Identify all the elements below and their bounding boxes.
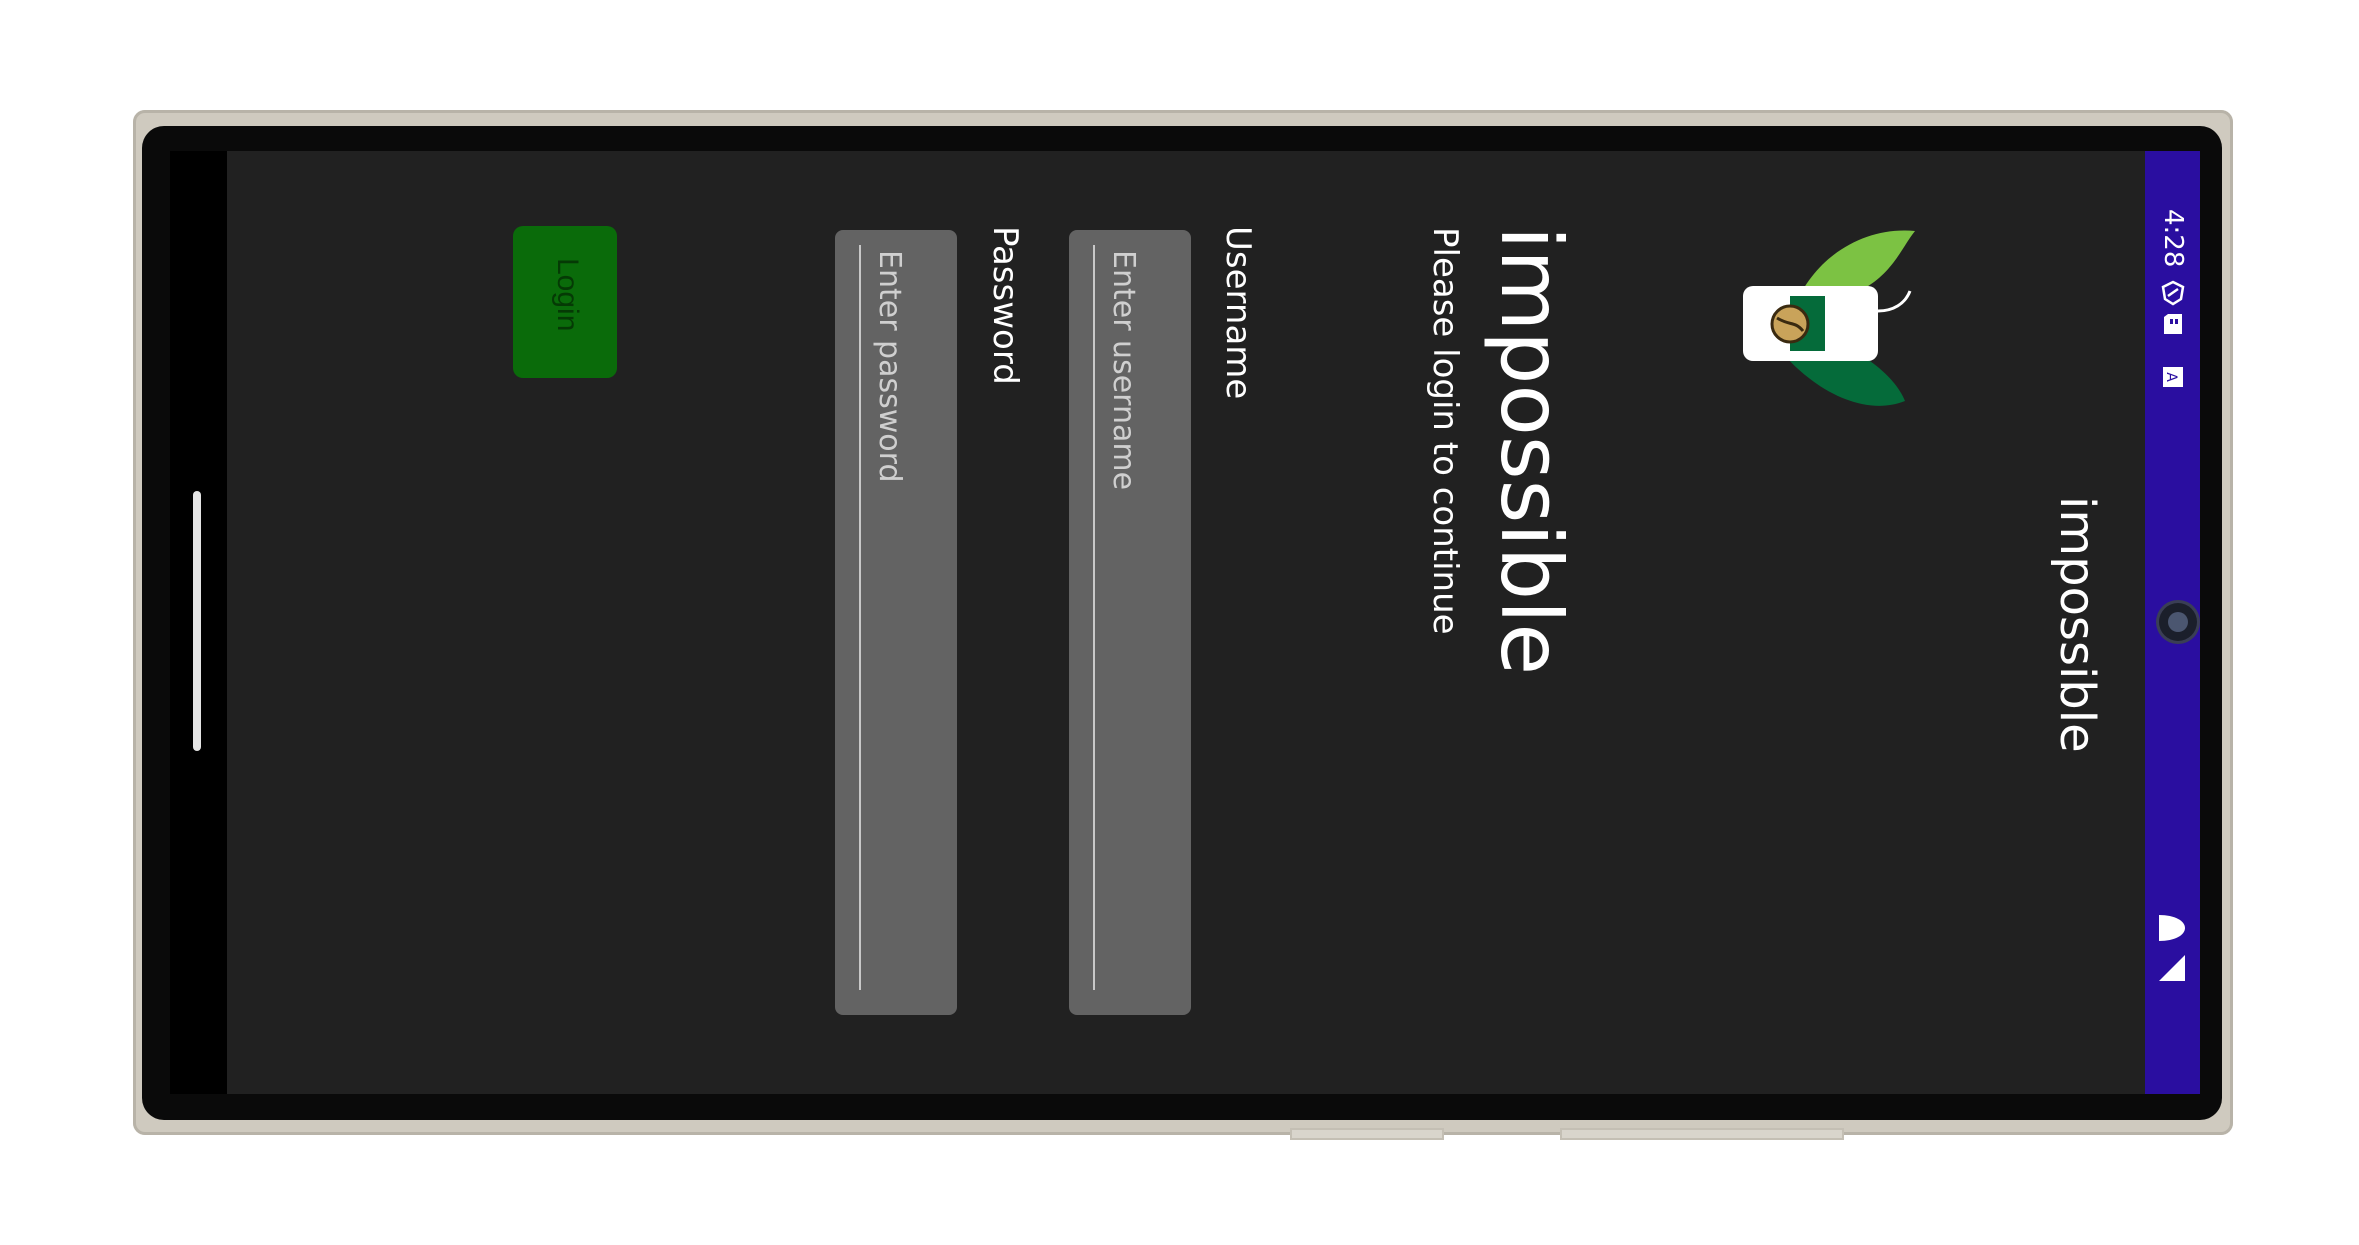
svg-text:A: A	[2163, 372, 2179, 382]
volume-button	[1290, 1128, 1444, 1140]
username-field[interactable]	[1069, 230, 1191, 1015]
shield-icon	[2161, 280, 2185, 306]
login-subtitle: Please login to continue	[1425, 227, 1465, 635]
status-time: 4:28	[2158, 209, 2188, 268]
gesture-handle[interactable]	[193, 491, 201, 751]
coffee-leaf-logo-icon	[1743, 230, 1915, 406]
wifi-icon	[2159, 915, 2185, 941]
username-label: Username	[1218, 226, 1258, 400]
username-field-underline	[1093, 245, 1095, 990]
sd-card-icon	[2164, 314, 2182, 334]
password-label: Password	[985, 226, 1025, 385]
login-button-label: Login	[551, 258, 584, 332]
password-input[interactable]	[865, 250, 915, 970]
power-button	[1560, 1128, 1844, 1140]
app-bar-title: impossible	[2049, 496, 2105, 753]
app-logo	[1735, 226, 1935, 426]
brand-title: impossible	[1482, 226, 1580, 676]
a-box-icon: A	[2163, 367, 2183, 387]
username-input[interactable]	[1099, 250, 1149, 970]
password-field-underline	[859, 245, 861, 990]
navigation-bar	[170, 151, 227, 1094]
phone-screen: impossible impossible Please login to co…	[170, 151, 2200, 1094]
signal-icon	[2159, 955, 2185, 981]
front-camera	[2159, 603, 2197, 641]
password-field[interactable]	[835, 230, 957, 1015]
login-button[interactable]: Login	[513, 226, 617, 378]
